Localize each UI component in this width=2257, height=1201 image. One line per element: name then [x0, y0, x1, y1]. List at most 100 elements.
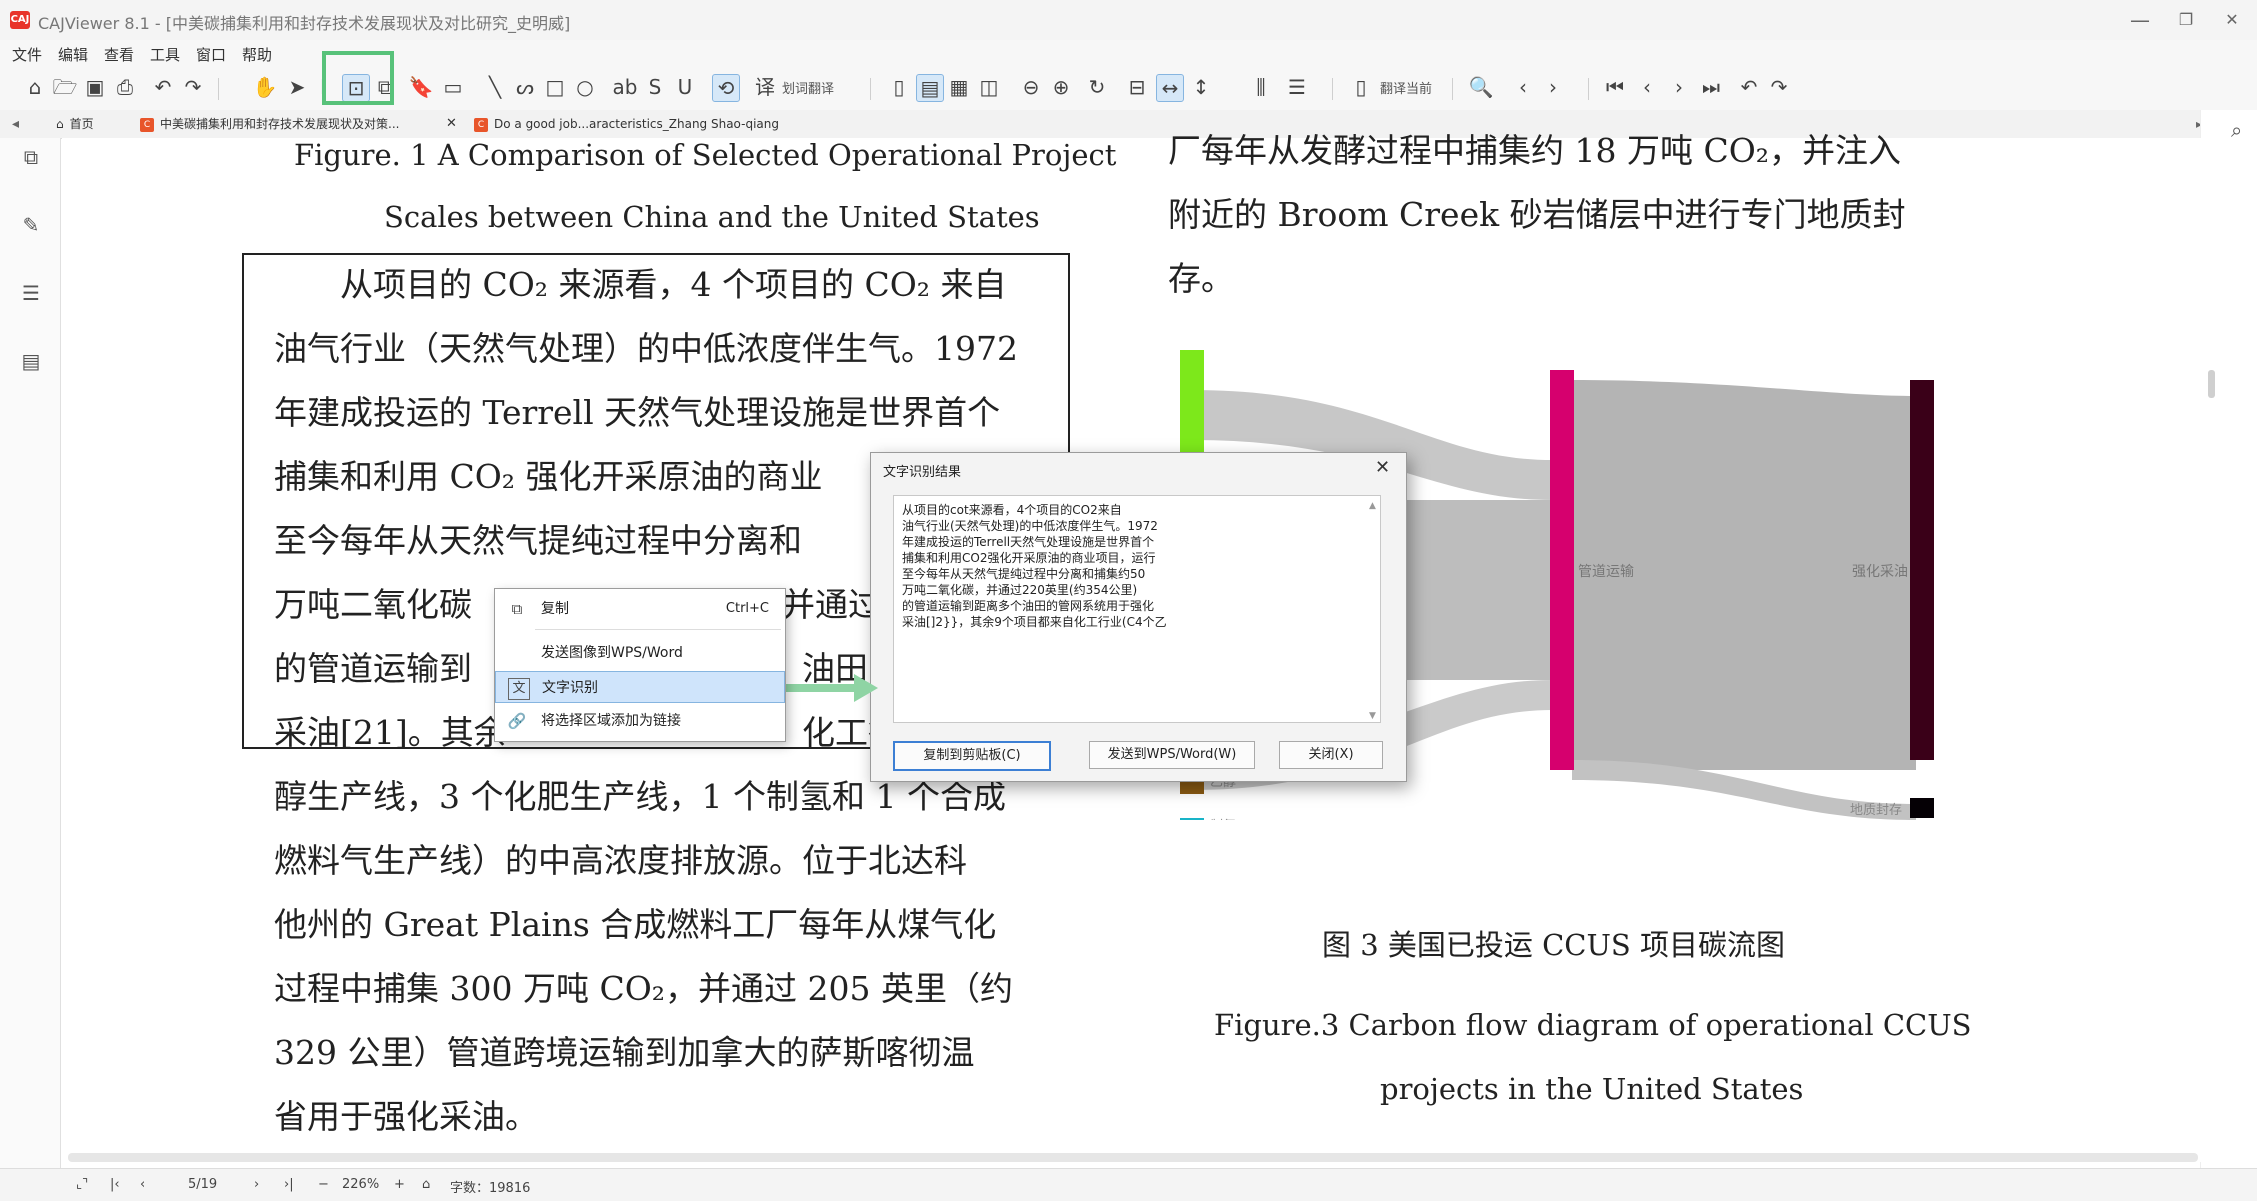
menu-item-ocr[interactable]: 文 文字识别	[495, 671, 785, 703]
ocr-tool-highlight	[322, 51, 394, 105]
open-folder-icon[interactable]: 🗁	[52, 74, 78, 100]
translate-mode-icon[interactable]: ⟲	[712, 74, 740, 102]
search-icon[interactable]: ⌕	[2231, 118, 2242, 142]
first-page-icon[interactable]: |‹	[110, 1177, 120, 1192]
full-translate-label[interactable]: 翻译当前	[1380, 78, 1432, 97]
copy-to-clipboard-button[interactable]: 复制到剪贴板(C)	[893, 741, 1051, 771]
menu-window[interactable]: 窗口	[196, 44, 226, 65]
dialog-close-icon[interactable]: ✕	[1375, 457, 1390, 478]
scroll-down-icon[interactable]: ▼	[1369, 711, 1376, 721]
home-icon[interactable]: ⌂	[422, 1177, 430, 1192]
underline-icon[interactable]: U	[672, 74, 698, 100]
facing-pages-icon[interactable]: ▦	[946, 74, 972, 100]
rows-icon[interactable]: ☰	[1284, 74, 1310, 100]
zoom-out-icon[interactable]: −	[318, 1177, 329, 1192]
tab-close-icon[interactable]: ✕	[446, 112, 457, 136]
undo-icon[interactable]: ↶	[150, 74, 176, 100]
next-page-icon[interactable]: ›	[1666, 74, 1692, 100]
line-tool-icon[interactable]: ╲	[482, 74, 508, 100]
select-arrow-icon[interactable]: ➤	[284, 74, 310, 100]
search-icon[interactable]: 🔍	[1468, 74, 1494, 100]
redo-icon[interactable]: ↷	[180, 74, 206, 100]
book-view-icon[interactable]: ◫	[976, 74, 1002, 100]
outline-icon[interactable]: ☰	[18, 280, 44, 306]
send-to-wps-button[interactable]: 发送到WPS/Word(W)	[1089, 741, 1255, 769]
search-next-icon[interactable]: ›	[1540, 74, 1566, 100]
zoom-in-icon[interactable]: ⊕	[1048, 74, 1074, 100]
menu-file[interactable]: 文件	[12, 44, 42, 65]
annotations-icon[interactable]: ✎	[18, 212, 44, 238]
figure3-caption-en-line2: projects in the United States	[1380, 1072, 1804, 1106]
copy-icon: ⧉	[511, 600, 523, 618]
back-icon[interactable]: ↶	[1736, 74, 1762, 100]
tab-scroll-left-icon[interactable]: ◂	[12, 112, 19, 136]
rectangle-tool-icon[interactable]: □	[542, 74, 568, 100]
prev-page-icon[interactable]: ‹	[140, 1177, 145, 1192]
menu-item-add-link[interactable]: 🔗 将选择区域添加为链接	[495, 705, 785, 737]
tab-home-label: 首页	[69, 117, 94, 131]
menu-edit[interactable]: 编辑	[58, 44, 88, 65]
zoom-in-icon[interactable]: +	[394, 1177, 405, 1192]
close-dialog-button[interactable]: 关闭(X)	[1279, 741, 1383, 769]
word-translate-icon[interactable]: 译	[752, 74, 778, 100]
horizontal-scrollbar[interactable]	[68, 1153, 2198, 1162]
minimize-button[interactable]: —	[2118, 4, 2162, 36]
body-line-14: 省用于强化采油。	[274, 1097, 538, 1136]
menu-item-send-image[interactable]: 发送图像到WPS/Word	[495, 637, 785, 669]
comment-icon[interactable]: ▭	[440, 74, 466, 100]
zoom-level[interactable]: 226%	[342, 1177, 379, 1192]
pages-icon[interactable]: ⧉	[18, 144, 44, 170]
scroll-up-icon[interactable]: ▲	[1369, 501, 1376, 511]
tab-document-2[interactable]: C Do a good job...aracteristics_Zhang Sha…	[474, 112, 779, 136]
last-page-icon[interactable]: ⏭	[1698, 74, 1724, 100]
vertical-scrollbar-thumb[interactable]	[2208, 370, 2215, 398]
forward-icon[interactable]: ↷	[1766, 74, 1792, 100]
strikethrough-icon[interactable]: S	[642, 74, 668, 100]
figure3-caption-en-line1: Figure.3 Carbon flow diagram of operatio…	[1214, 1008, 1972, 1042]
next-page-icon[interactable]: ›	[254, 1177, 259, 1192]
tab-home[interactable]: ⌂ 首页	[56, 112, 94, 136]
fit-width-icon[interactable]: ↔	[1156, 74, 1184, 102]
single-page-icon[interactable]: ▯	[886, 74, 912, 100]
fit-icon[interactable]: ⌞⌝	[76, 1177, 88, 1192]
last-page-icon[interactable]: ›|	[284, 1177, 294, 1192]
ellipse-tool-icon[interactable]: ○	[572, 74, 598, 100]
ocr-result-textarea[interactable]: 从项目的cot来源看，4个项目的CO2来自 油气行业(天然气处理)的中低浓度伴生…	[893, 495, 1381, 723]
close-window-button[interactable]: ✕	[2210, 4, 2254, 36]
menu-help[interactable]: 帮助	[242, 44, 272, 65]
page-indicator[interactable]: 5/19	[188, 1177, 217, 1192]
highlight-icon[interactable]: ab	[612, 74, 638, 100]
menu-item-copy-label: 复制	[541, 601, 569, 617]
ocr-text-line: 从项目的cot来源看，4个项目的CO2来自	[902, 503, 1122, 517]
prev-page-icon[interactable]: ‹	[1634, 74, 1660, 100]
zoom-out-icon[interactable]: ⊖	[1018, 74, 1044, 100]
columns-icon[interactable]: ⫼	[1248, 74, 1274, 100]
figure1-caption-line1: Figure. 1 A Comparison of Selected Opera…	[294, 138, 1117, 172]
bookmark-icon[interactable]: 🔖	[408, 74, 434, 100]
pointer-arrow-icon	[784, 674, 878, 702]
print-icon[interactable]: ⎙	[112, 74, 138, 100]
word-translate-label[interactable]: 划词翻译	[782, 78, 834, 97]
search-prev-icon[interactable]: ‹	[1510, 74, 1536, 100]
actual-size-icon[interactable]: ⊟	[1124, 74, 1150, 100]
menu-view[interactable]: 查看	[104, 44, 134, 65]
first-page-icon[interactable]: ⏮	[1602, 74, 1628, 100]
polyline-tool-icon[interactable]: ᔕ	[512, 74, 538, 100]
menu-tools[interactable]: 工具	[150, 44, 180, 65]
save-icon[interactable]: ▣	[82, 74, 108, 100]
caj-document-icon: C	[474, 117, 488, 132]
continuous-page-icon[interactable]: ▤	[916, 74, 944, 102]
maximize-button[interactable]: ❐	[2164, 4, 2208, 36]
caj-document-icon: C	[140, 117, 154, 132]
ocr-text-line: 万吨二氧化碳，并通过220英里(约354公里)	[902, 583, 1138, 597]
pipeline-node	[1550, 370, 1574, 770]
menu-item-copy[interactable]: ⧉ 复制 Ctrl+C	[495, 593, 785, 625]
left-sidebar: ⧉ ✎ ☰ ▤	[0, 138, 61, 1168]
hand-tool-icon[interactable]: ✋	[252, 74, 278, 100]
full-translate-icon[interactable]: ▯	[1348, 74, 1374, 100]
tab-document-1[interactable]: C 中美碳捕集利用和封存技术发展现状及对策...	[140, 112, 464, 136]
rotate-icon[interactable]: ↻	[1084, 74, 1110, 100]
home-icon[interactable]: ⌂	[22, 74, 48, 100]
fit-page-icon[interactable]: ↕	[1188, 74, 1214, 100]
notes-icon[interactable]: ▤	[18, 348, 44, 374]
